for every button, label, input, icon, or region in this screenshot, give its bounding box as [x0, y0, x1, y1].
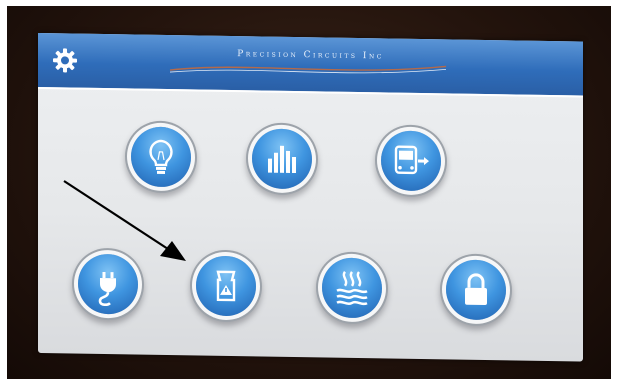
callout-arrow	[63, 180, 186, 261]
